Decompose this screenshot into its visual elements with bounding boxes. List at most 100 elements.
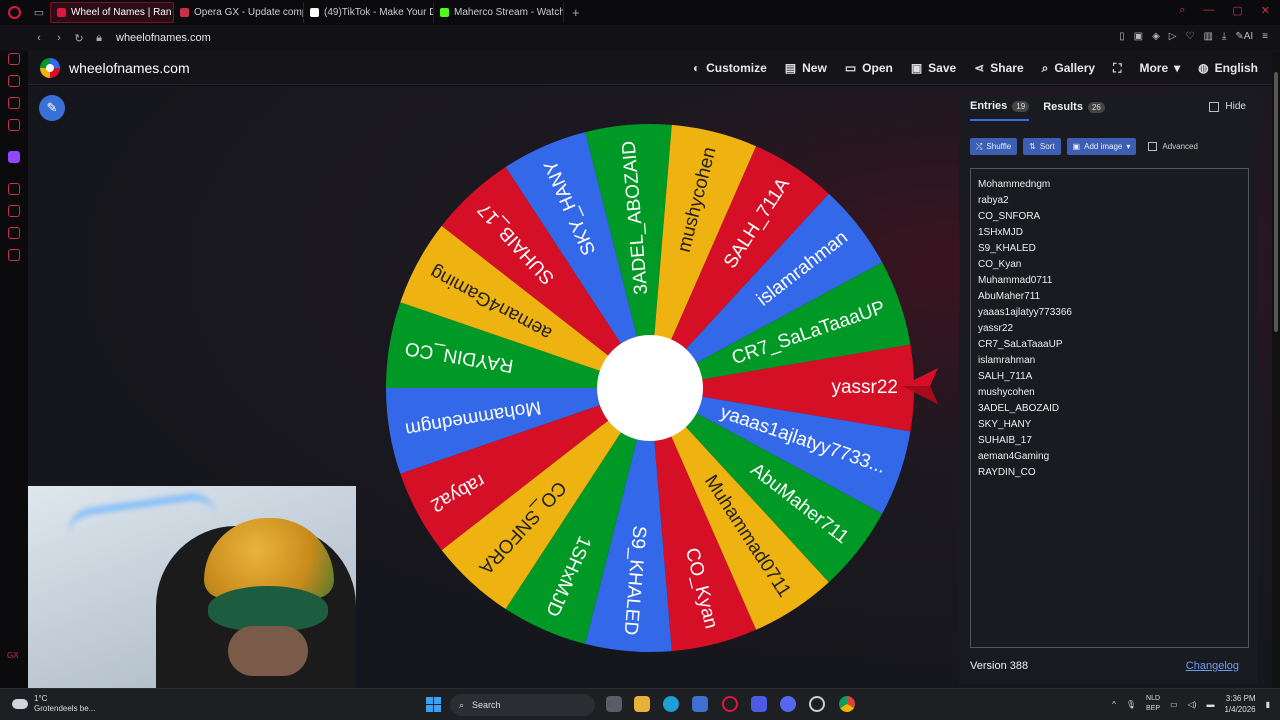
play-icon[interactable]: ▷ [1169, 31, 1177, 42]
download-icon[interactable]: ⤓ [1222, 31, 1226, 42]
windows-taskbar: 1°C Grotendeels be... ⌕ Search ^ 🎙︎ NLD … [0, 688, 1280, 720]
wheel-center[interactable] [597, 335, 703, 441]
maximize-icon[interactable]: ▢ [1232, 4, 1242, 17]
new-tab-button[interactable]: + [564, 5, 588, 20]
ai-icon[interactable]: ✎AI [1235, 31, 1253, 42]
browser-tab[interactable]: Wheel of Names | Ran [50, 2, 174, 23]
entry-line: Muhammad0711 [978, 275, 1053, 286]
cloud-icon [12, 699, 28, 709]
menu-item-fullscreen[interactable]: ⛶ [1113, 61, 1121, 76]
twitch-icon[interactable] [8, 151, 20, 163]
weather-widget[interactable]: 1°C Grotendeels be... [12, 694, 95, 714]
chevron-down-icon: ▾ [1174, 61, 1181, 75]
search-icon[interactable]: ⌕ [1179, 4, 1185, 17]
heart-icon[interactable]: ♡ [1185, 31, 1194, 42]
chevron-up-icon[interactable]: ^ [1112, 700, 1116, 709]
tab-title: Maherco Stream - Watch L [454, 7, 564, 18]
battery-icon[interactable]: ▬ [1206, 700, 1214, 709]
volume-icon[interactable]: ◁) [1188, 700, 1197, 709]
menu-item-english[interactable]: ◍ English [1198, 61, 1258, 75]
webcam-overlay [28, 486, 356, 694]
menu-item-open[interactable]: ▭ Open [845, 61, 893, 75]
network-icon[interactable]: ▭ [1170, 700, 1178, 709]
gx-store-icon[interactable] [8, 75, 20, 87]
wheel-svg[interactable]: yassr22yaaas1ajlatyy7733...AbuMaher711Mu… [383, 121, 917, 655]
edge-icon[interactable] [663, 696, 679, 712]
settings-icon[interactable] [8, 249, 20, 261]
site-title[interactable]: wheelofnames.com [69, 60, 190, 76]
entry-line: CO_SNFORA [978, 211, 1041, 222]
changelog-link[interactable]: Changelog [1186, 660, 1239, 672]
opera-gx-logo-icon[interactable] [0, 0, 28, 25]
extensions-icon[interactable] [8, 227, 20, 239]
checkbox-icon[interactable] [1148, 142, 1158, 151]
shield-icon[interactable]: ◈ [1152, 31, 1160, 42]
wheel[interactable]: yassr22 yaaas1ajlatyy7733... AbuMaher711 Mu… [383, 121, 917, 655]
menu-item-customize[interactable]: ◐ Customize [693, 61, 767, 75]
forward-icon[interactable]: › [50, 32, 68, 44]
entries-textarea[interactable]: Mohammedngm rabya2 CO_SNFORA 1SHxMJD S9_KHAL… [970, 168, 1249, 648]
hide-checkbox[interactable]: Hide [1209, 101, 1246, 112]
entry-line: SUHAIB_17 [978, 435, 1032, 446]
reload-icon[interactable]: ↻ [70, 32, 88, 45]
temperature: 1°C [34, 694, 48, 703]
tab-overview-icon[interactable]: ▭ [28, 0, 50, 25]
gx-player-icon[interactable] [8, 97, 20, 109]
tab-results[interactable]: Results 26 [1043, 100, 1105, 121]
file-explorer-icon[interactable] [634, 696, 650, 712]
menu-item-gallery[interactable]: ⌕ Gallery [1042, 61, 1095, 76]
browser-tab[interactable]: Opera GX - Update comp [174, 2, 304, 23]
sort-icon: ⇅ [1029, 142, 1036, 151]
page-scrollbar[interactable] [1272, 52, 1280, 688]
tab-entries[interactable]: Entries 19 [970, 100, 1030, 121]
bookmark-icon[interactable]: ▯ [1119, 31, 1125, 42]
checkbox-icon[interactable] [1209, 101, 1220, 112]
messenger-icon[interactable] [8, 119, 20, 131]
advanced-checkbox[interactable]: Advanced [1148, 142, 1198, 151]
app-icon[interactable] [751, 696, 767, 712]
entry-line: islamrahman [978, 355, 1036, 366]
add-image-button[interactable]: ▣ Add image ▾ [1066, 138, 1137, 155]
url-field[interactable]: wheelofnames.com [116, 32, 211, 44]
windows-start-icon[interactable] [426, 697, 441, 712]
notifications-icon[interactable]: ▮ [1266, 700, 1270, 709]
search-icon: ⌕ [1041, 60, 1049, 75]
clock[interactable]: 3:36 PM 1/4/2026 [1224, 693, 1255, 715]
microphone-icon[interactable]: 🎙︎ [1126, 700, 1136, 709]
language-indicator[interactable]: NLD BEP [1146, 694, 1160, 714]
browser-tab[interactable]: Maherco Stream - Watch L [434, 2, 564, 23]
back-icon[interactable]: ‹ [30, 32, 48, 44]
tab-title: Wheel of Names | Ran [71, 7, 172, 18]
menu-icon[interactable]: ≡ [1262, 31, 1268, 42]
opera-gx-icon[interactable] [722, 696, 738, 712]
browser-tab[interactable]: (49)TikTok - Make Your D [304, 2, 434, 23]
wheel-logo-icon[interactable] [40, 57, 60, 78]
history-icon[interactable] [8, 183, 20, 195]
menu-item-save[interactable]: ▣ Save [911, 61, 956, 75]
gx-control-icon[interactable] [8, 53, 20, 65]
menu-item-more[interactable]: More ▾ [1139, 61, 1180, 75]
save-icon: ▣ [910, 61, 923, 75]
task-view-icon[interactable] [606, 696, 622, 712]
wallet-icon[interactable]: ▥ [1203, 31, 1212, 42]
chrome-icon[interactable] [839, 696, 855, 712]
minimize-icon[interactable]: — [1203, 4, 1214, 17]
menu-item-share[interactable]: ⋖ Share [974, 61, 1023, 75]
menu-item-new[interactable]: ▤ New [785, 61, 827, 75]
palette-icon: ◐ [692, 61, 701, 75]
store-icon[interactable] [692, 696, 708, 712]
close-icon[interactable]: ✕ [1261, 4, 1270, 17]
obs-icon[interactable] [809, 696, 825, 712]
image-icon: ▣ [1072, 142, 1081, 151]
clock-icon[interactable] [8, 205, 20, 217]
taskbar-search[interactable]: ⌕ Search [450, 694, 595, 716]
shuffle-button[interactable]: ⤮ Shuffle [970, 138, 1018, 155]
entry-line: 1SHxMJD [978, 227, 1024, 238]
tab-title: Opera GX - Update comp [194, 7, 304, 18]
discord-icon[interactable] [780, 696, 796, 712]
scrollbar-thumb[interactable] [1274, 72, 1278, 332]
snapshot-icon[interactable]: ▣ [1134, 31, 1143, 42]
edit-title-icon[interactable]: ✎ [39, 95, 65, 121]
sort-button[interactable]: ⇅ Sort [1023, 138, 1061, 155]
entries-panel: Entries 19 Results 26 Hide ⤮ Shuffle ⇅ Sor… [959, 94, 1258, 684]
